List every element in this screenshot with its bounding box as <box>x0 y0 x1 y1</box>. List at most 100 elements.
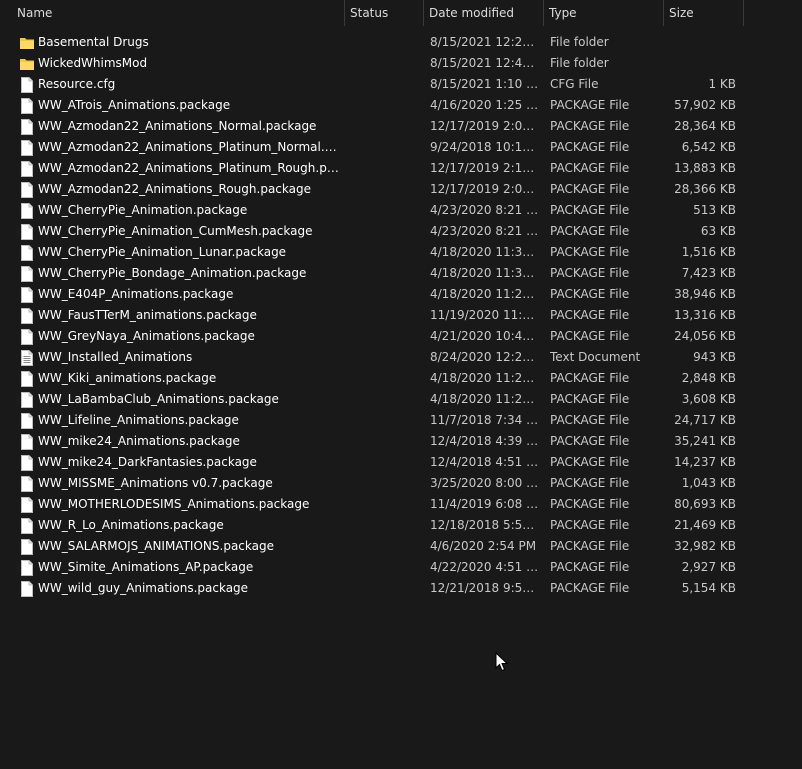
file-size: 14,237 KB <box>674 455 736 469</box>
file-date-modified: 4/23/2020 8:21 PM <box>430 224 540 238</box>
column-divider[interactable] <box>743 0 744 26</box>
file-row[interactable]: WW_ATrois_Animations.package 4/16/2020 1:… <box>0 95 802 116</box>
file-name: WW_Installed_Animations <box>38 350 193 364</box>
column-header-size[interactable]: Size <box>664 0 743 26</box>
file-name: WW_Kiki_animations.package <box>38 371 217 385</box>
file-list: Basemental Drugs 8/15/2021 12:21 AM File f… <box>0 32 802 599</box>
file-name: WW_CherryPie_Animation_Lunar.package <box>38 245 287 259</box>
file-date-modified: 8/24/2020 12:28 AM <box>430 350 540 364</box>
file-type: PACKAGE File <box>550 119 630 133</box>
file-row[interactable]: WW_FausTTerM_animations.package 11/19/202… <box>0 305 802 326</box>
file-row[interactable]: WW_Lifeline_Animations.package 11/7/2018 … <box>0 410 802 431</box>
file-type: PACKAGE File <box>550 182 630 196</box>
file-row[interactable]: WW_Azmodan22_Animations_Platinum_Rough.p… <box>0 158 802 179</box>
file-type: Text Document <box>550 350 641 364</box>
file-size: 28,364 KB <box>674 119 736 133</box>
file-size: 943 KB <box>693 350 736 364</box>
file-type: CFG File <box>550 77 599 91</box>
file-row[interactable]: WW_R_Lo_Animations.package 12/18/2018 5:5… <box>0 515 802 536</box>
file-date-modified: 11/7/2018 7:34 PM <box>430 413 540 427</box>
file-name: WW_CherryPie_Animation.package <box>38 203 248 217</box>
file-row[interactable]: WW_mike24_DarkFantasies.package 12/4/2018… <box>0 452 802 473</box>
file-row[interactable]: WickedWhimsMod 8/15/2021 12:49 AM File fol… <box>0 53 802 74</box>
file-type: PACKAGE File <box>550 287 630 301</box>
file-date-modified: 4/18/2020 11:30 PM <box>430 266 540 280</box>
file-date-modified: 8/15/2021 12:21 AM <box>430 35 540 49</box>
file-type: PACKAGE File <box>550 371 630 385</box>
file-size: 5,154 KB <box>681 581 736 595</box>
file-name: WW_ATrois_Animations.package <box>38 98 231 112</box>
file-name: WW_E404P_Animations.package <box>38 287 234 301</box>
file-name: WW_Lifeline_Animations.package <box>38 413 239 427</box>
file-row[interactable]: WW_Azmodan22_Animations_Normal.package 12… <box>0 116 802 137</box>
file-row[interactable]: WW_SALARMOJS_ANIMATIONS.package 4/6/2020 … <box>0 536 802 557</box>
file-name: WW_wild_guy_Animations.package <box>38 581 249 595</box>
file-row[interactable]: WW_LaBambaClub_Animations.package 4/18/20… <box>0 389 802 410</box>
column-header-name[interactable]: Name <box>12 0 344 26</box>
column-header-status[interactable]: Status <box>345 0 423 26</box>
file-row[interactable]: Resource.cfg 8/15/2021 1:10 AM CFG File 1 K… <box>0 74 802 95</box>
file-row[interactable]: WW_E404P_Animations.package 4/18/2020 11:… <box>0 284 802 305</box>
file-row[interactable]: WW_Simite_Animations_AP.package 4/22/2020… <box>0 557 802 578</box>
file-size: 32,982 KB <box>674 539 736 553</box>
file-name: WW_FausTTerM_animations.package <box>38 308 257 322</box>
file-name: WW_CherryPie_Bondage_Animation.package <box>38 266 307 280</box>
column-header-status-label: Status <box>350 6 389 20</box>
file-name: WW_LaBambaClub_Animations.package <box>38 392 279 406</box>
file-type: PACKAGE File <box>550 455 630 469</box>
file-row[interactable]: WW_CherryPie_Animation_Lunar.package 4/18… <box>0 242 802 263</box>
file-type: File folder <box>550 35 609 49</box>
file-size: 21,469 KB <box>674 518 736 532</box>
file-row[interactable]: WW_GreyNaya_Animations.package 4/21/2020 … <box>0 326 802 347</box>
file-row[interactable]: WW_Azmodan22_Animations_Platinum_Normal.… <box>0 137 802 158</box>
file-date-modified: 11/4/2019 6:08 PM <box>430 497 540 511</box>
file-size: 28,366 KB <box>674 182 736 196</box>
file-type: PACKAGE File <box>550 203 630 217</box>
file-date-modified: 4/21/2020 10:42 PM <box>430 329 540 343</box>
file-row[interactable]: WW_mike24_Animations.package 12/4/2018 4:… <box>0 431 802 452</box>
file-size: 80,693 KB <box>674 497 736 511</box>
file-row[interactable]: WW_Azmodan22_Animations_Rough.package 12/… <box>0 179 802 200</box>
file-size: 2,927 KB <box>681 560 736 574</box>
file-row[interactable]: WW_CherryPie_Animation_CumMesh.package 4/… <box>0 221 802 242</box>
file-name: WW_GreyNaya_Animations.package <box>38 329 255 343</box>
file-row[interactable]: WW_MISSME_Animations v0.7.package 3/25/20… <box>0 473 802 494</box>
file-type: PACKAGE File <box>550 140 630 154</box>
file-size: 57,902 KB <box>674 98 736 112</box>
file-date-modified: 4/16/2020 1:25 PM <box>430 98 540 112</box>
file-row[interactable]: WW_CherryPie_Animation.package 4/23/2020 … <box>0 200 802 221</box>
file-row[interactable]: WW_MOTHERLODESIMS_Animations.package 11/4… <box>0 494 802 515</box>
column-header-type[interactable]: Type <box>544 0 663 26</box>
file-size: 13,883 KB <box>674 161 736 175</box>
file-row[interactable]: WW_Installed_Animations 8/24/2020 12:28 A… <box>0 347 802 368</box>
file-size: 35,241 KB <box>674 434 736 448</box>
file-row[interactable]: Basemental Drugs 8/15/2021 12:21 AM File f… <box>0 32 802 53</box>
file-date-modified: 8/15/2021 1:10 AM <box>430 77 540 91</box>
file-date-modified: 4/23/2020 8:21 PM <box>430 203 540 217</box>
file-type: PACKAGE File <box>550 308 630 322</box>
file-name: WW_Azmodan22_Animations_Normal.package <box>38 119 317 133</box>
file-size: 6,542 KB <box>681 140 736 154</box>
file-row[interactable]: WW_Kiki_animations.package 4/18/2020 11:2… <box>0 368 802 389</box>
file-date-modified: 3/25/2020 8:00 PM <box>430 476 540 490</box>
file-date-modified: 12/4/2018 4:51 PM <box>430 455 540 469</box>
file-type: PACKAGE File <box>550 560 630 574</box>
file-size: 24,717 KB <box>674 413 736 427</box>
file-date-modified: 4/18/2020 11:24 PM <box>430 392 540 406</box>
file-name: WW_Azmodan22_Animations_Platinum_Rough.p… <box>38 161 344 175</box>
file-type: PACKAGE File <box>550 413 630 427</box>
file-type: PACKAGE File <box>550 434 630 448</box>
file-name: WW_SALARMOJS_ANIMATIONS.package <box>38 539 274 553</box>
column-header-date-label: Date modified <box>429 6 515 20</box>
file-size: 1 KB <box>708 77 736 91</box>
file-type: PACKAGE File <box>550 497 630 511</box>
file-row[interactable]: WW_wild_guy_Animations.package 12/21/2018… <box>0 578 802 599</box>
column-header-type-label: Type <box>549 6 577 20</box>
file-type: PACKAGE File <box>550 161 630 175</box>
file-date-modified: 4/18/2020 11:30 PM <box>430 245 540 259</box>
file-type: PACKAGE File <box>550 539 630 553</box>
file-date-modified: 12/17/2019 2:10 PM <box>430 161 540 175</box>
column-header-date-modified[interactable]: Date modified <box>424 0 543 26</box>
file-row[interactable]: WW_CherryPie_Bondage_Animation.package 4/… <box>0 263 802 284</box>
column-header-bar: ^ Name Status Date modified Type Size <box>0 0 802 26</box>
